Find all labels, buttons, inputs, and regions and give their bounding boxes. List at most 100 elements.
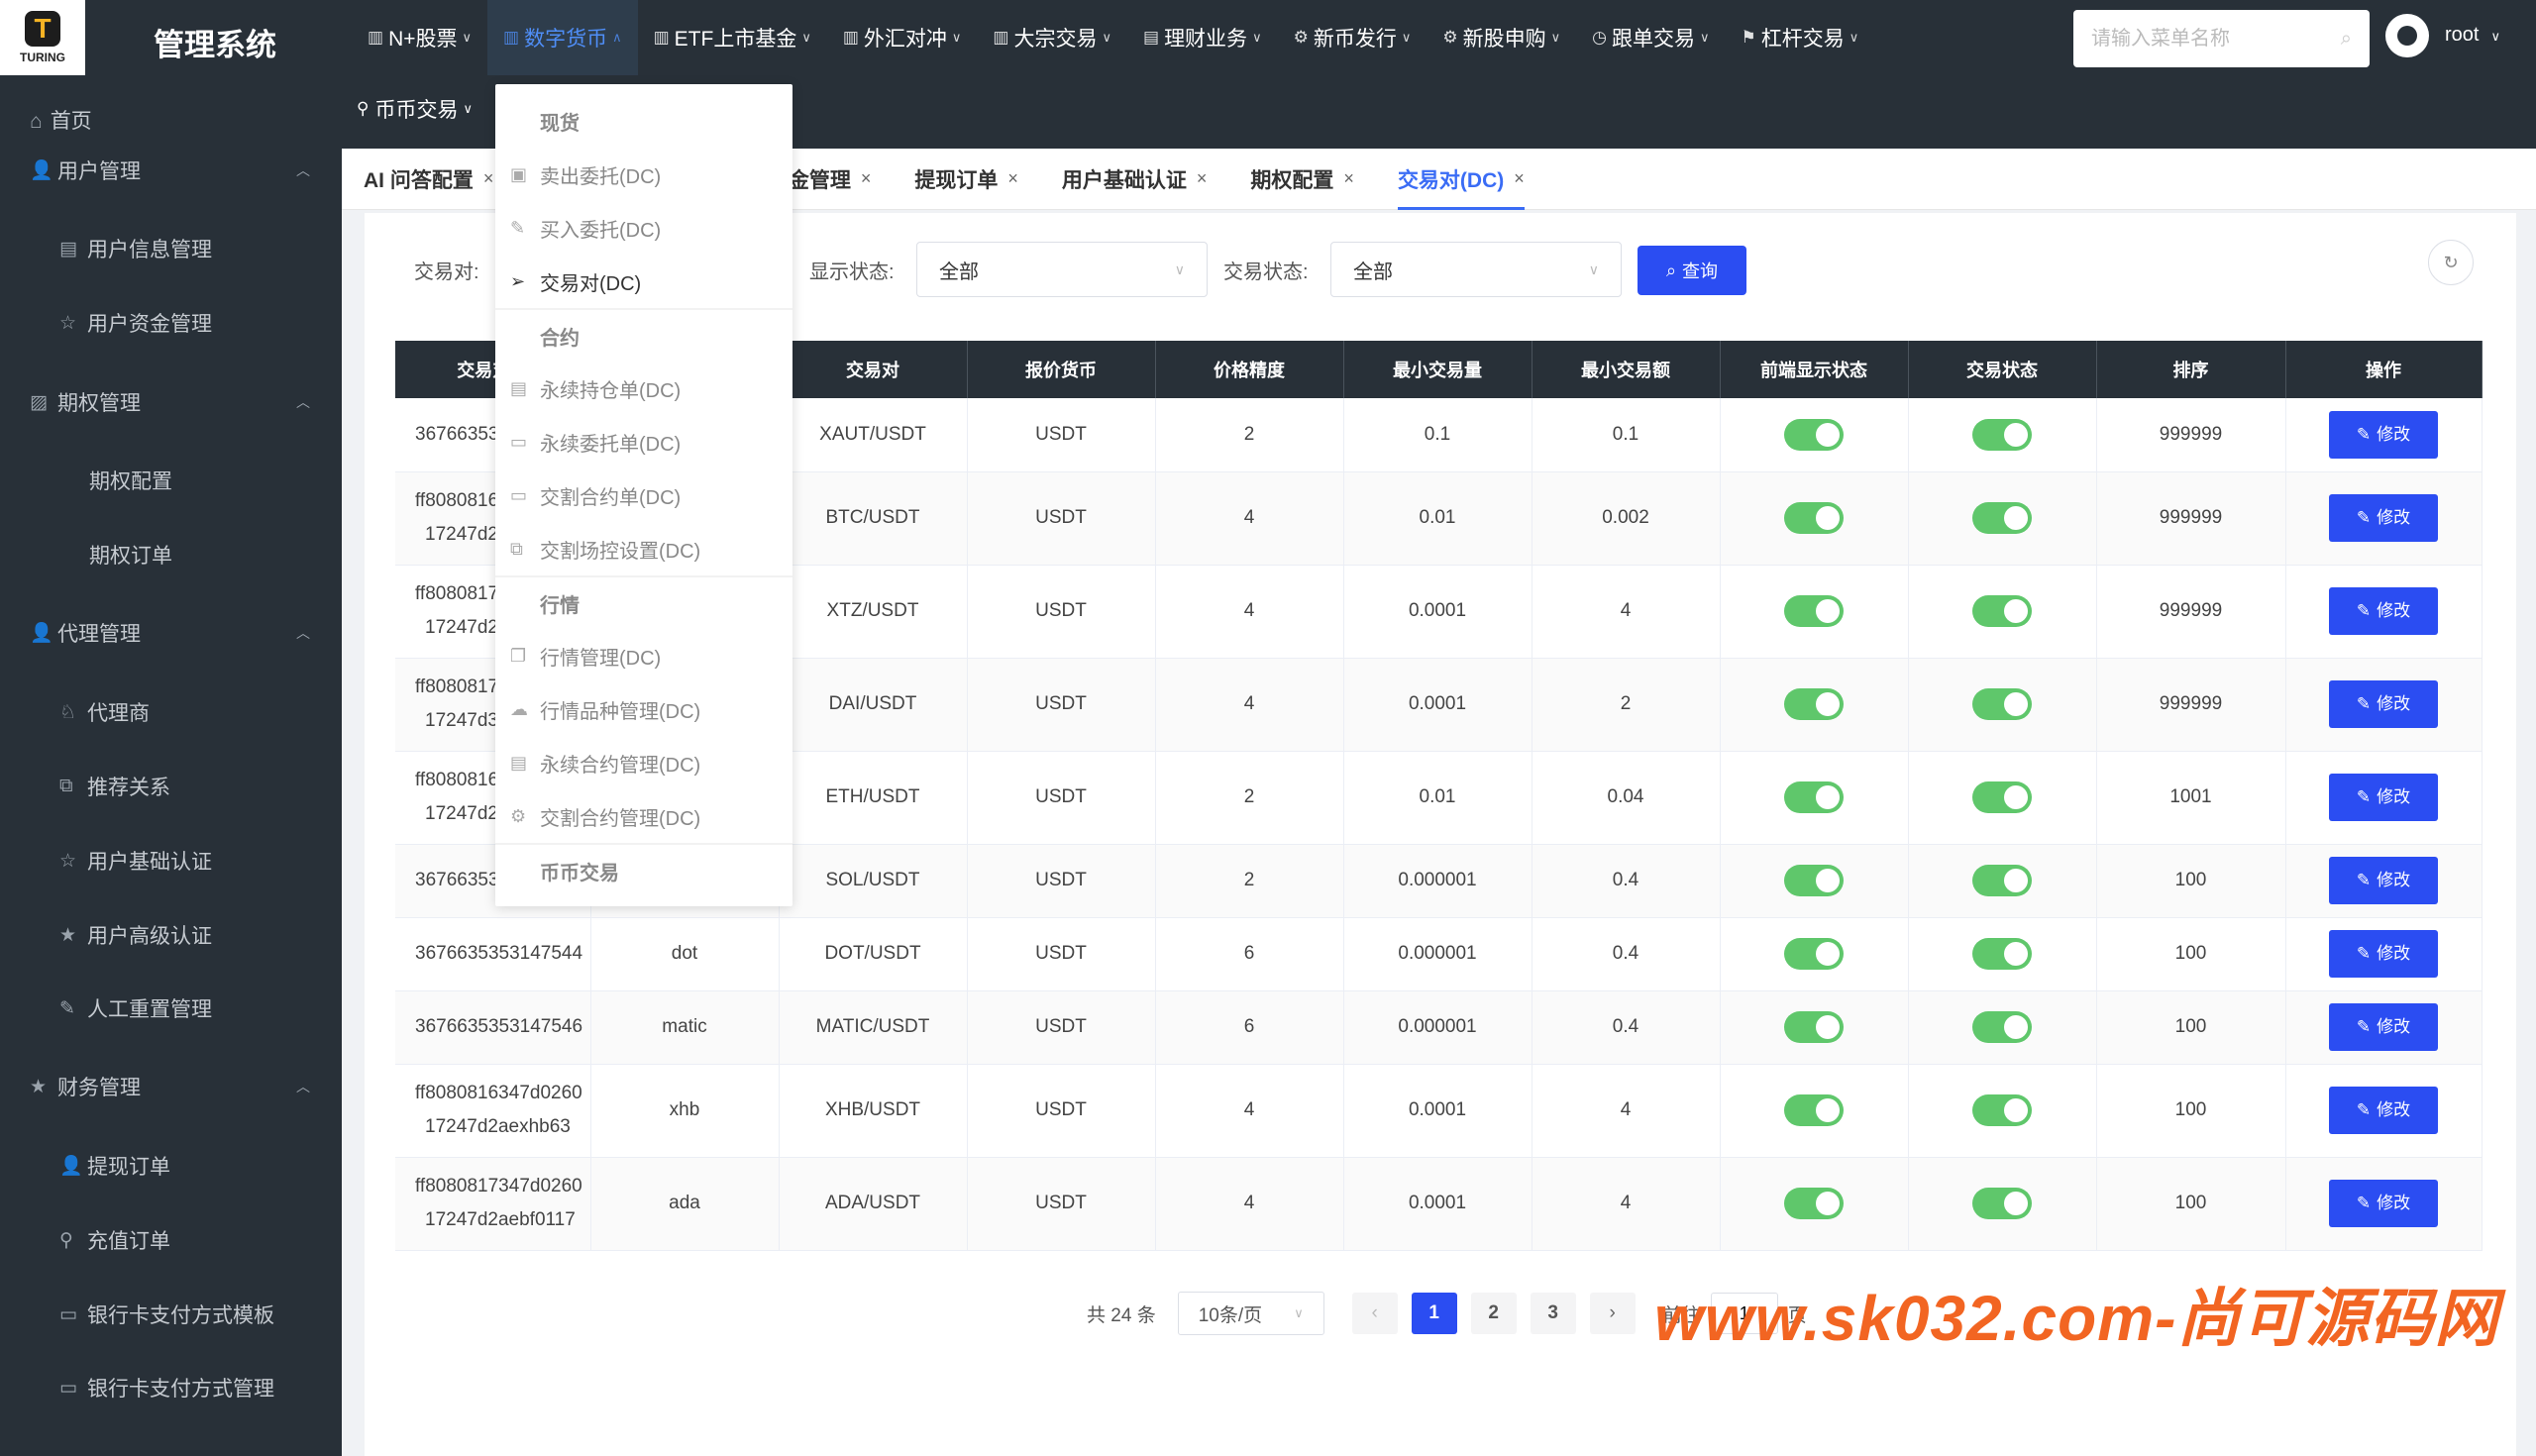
search-icon[interactable]: ⌕ bbox=[2341, 28, 2352, 51]
page-button[interactable]: 3 bbox=[1531, 1293, 1576, 1334]
display-status-select[interactable]: 全部∨ bbox=[916, 242, 1208, 297]
close-icon[interactable]: × bbox=[1514, 168, 1525, 189]
menu-item[interactable]: ☁行情品种管理(DC) bbox=[495, 682, 792, 736]
edit-button[interactable]: ✎修改 bbox=[2329, 1003, 2438, 1051]
nav-item-9[interactable]: ⚑杠杆交易∨ bbox=[1725, 0, 1874, 75]
menu-item[interactable]: ➢交易对(DC) bbox=[495, 255, 792, 308]
menu-item[interactable]: ▣卖出委托(DC) bbox=[495, 148, 792, 201]
edit-button[interactable]: ✎修改 bbox=[2329, 587, 2438, 635]
nav-item-coin-trading[interactable]: ⚲ 币币交易 ∨ bbox=[357, 94, 473, 124]
row-id: 3676635353147544 bbox=[395, 917, 590, 990]
sidebar-item-home[interactable]: ⌂首页 bbox=[30, 105, 92, 135]
trade-status-toggle[interactable] bbox=[1972, 1094, 2032, 1126]
close-icon[interactable]: × bbox=[483, 168, 494, 189]
sidebar-item[interactable]: ▭银行卡支付方式管理 bbox=[0, 1358, 342, 1417]
page-button[interactable]: 1 bbox=[1412, 1293, 1457, 1334]
trade-status-toggle[interactable] bbox=[1972, 419, 2032, 451]
sidebar-item[interactable]: ▭银行卡支付方式模板 bbox=[0, 1285, 342, 1344]
display-status-toggle[interactable] bbox=[1784, 1011, 1844, 1043]
nav-item-4[interactable]: ▥大宗交易∨ bbox=[977, 0, 1127, 75]
logo[interactable]: T TURING bbox=[0, 0, 85, 75]
display-status-toggle[interactable] bbox=[1784, 938, 1844, 970]
trade-status-toggle[interactable] bbox=[1972, 502, 2032, 534]
sidebar-item[interactable]: 期权订单 bbox=[0, 525, 342, 584]
trade-status-toggle[interactable] bbox=[1972, 1011, 2032, 1043]
close-icon[interactable]: × bbox=[861, 168, 872, 189]
trade-status-toggle[interactable] bbox=[1972, 1188, 2032, 1219]
edit-button[interactable]: ✎修改 bbox=[2329, 857, 2438, 904]
edit-button[interactable]: ✎修改 bbox=[2329, 930, 2438, 978]
menu-item[interactable]: ▤永续合约管理(DC) bbox=[495, 736, 792, 789]
next-page-button[interactable]: › bbox=[1590, 1293, 1636, 1334]
edit-button[interactable]: ✎修改 bbox=[2329, 774, 2438, 821]
trade-status-toggle[interactable] bbox=[1972, 595, 2032, 627]
nav-item-8[interactable]: ◷跟单交易∨ bbox=[1576, 0, 1725, 75]
display-status-toggle[interactable] bbox=[1784, 865, 1844, 896]
menu-item[interactable]: ▭交割合约单(DC) bbox=[495, 468, 792, 522]
menu-item[interactable]: ❐行情管理(DC) bbox=[495, 629, 792, 682]
trade-status-toggle[interactable] bbox=[1972, 865, 2032, 896]
refresh-button[interactable]: ↻ bbox=[2428, 240, 2474, 285]
menu-item[interactable]: ▤永续持仓单(DC) bbox=[495, 362, 792, 415]
close-icon[interactable]: × bbox=[1343, 168, 1354, 189]
user-menu[interactable]: root∨ bbox=[2445, 24, 2500, 47]
nav-item-3[interactable]: ▥外汇对冲∨ bbox=[827, 0, 978, 75]
trade-status-toggle[interactable] bbox=[1972, 688, 2032, 720]
nav-item-6[interactable]: ⚙新币发行∨ bbox=[1278, 0, 1427, 75]
display-status-toggle[interactable] bbox=[1784, 595, 1844, 627]
close-icon[interactable]: × bbox=[1007, 168, 1018, 189]
display-status-toggle[interactable] bbox=[1784, 781, 1844, 813]
sidebar-item[interactable]: ★财务管理︿ bbox=[0, 1057, 342, 1116]
tab[interactable]: 提现订单× bbox=[893, 149, 1040, 210]
sidebar-item[interactable]: 期权配置 bbox=[0, 451, 342, 510]
display-status-toggle[interactable] bbox=[1784, 419, 1844, 451]
trade-status-select[interactable]: 全部∨ bbox=[1330, 242, 1622, 297]
query-button[interactable]: ⌕查询 bbox=[1638, 246, 1746, 295]
edit-button[interactable]: ✎修改 bbox=[2329, 1087, 2438, 1134]
sidebar-item[interactable]: ♘代理商 bbox=[0, 682, 342, 742]
sidebar-item[interactable]: ▤用户信息管理 bbox=[0, 219, 342, 278]
sidebar-item[interactable]: ☆用户资金管理 bbox=[0, 293, 342, 353]
edit-button[interactable]: ✎修改 bbox=[2329, 411, 2438, 459]
prev-page-button[interactable]: ‹ bbox=[1352, 1293, 1398, 1334]
cell-min-qty: 0.0001 bbox=[1343, 658, 1532, 751]
nav-item-7[interactable]: ⚙新股申购∨ bbox=[1426, 0, 1576, 75]
close-icon[interactable]: × bbox=[1197, 168, 1208, 189]
sidebar-item[interactable]: 👤提现订单 bbox=[0, 1136, 342, 1196]
nav-item-5[interactable]: ▤理财业务∨ bbox=[1127, 0, 1278, 75]
edit-button[interactable]: ✎修改 bbox=[2329, 494, 2438, 542]
tab[interactable]: 交易对(DC)× bbox=[1376, 149, 1546, 210]
trade-status-toggle[interactable] bbox=[1972, 781, 2032, 813]
sidebar-item[interactable]: 👤代理管理︿ bbox=[0, 603, 342, 663]
sidebar-item[interactable]: ☆用户基础认证 bbox=[0, 831, 342, 890]
sidebar-item[interactable]: ▨期权管理︿ bbox=[0, 372, 342, 432]
menu-item[interactable]: ⧉交割场控设置(DC) bbox=[495, 522, 792, 575]
sidebar-item[interactable]: ⚲充值订单 bbox=[0, 1210, 342, 1270]
display-status-toggle[interactable] bbox=[1784, 1094, 1844, 1126]
column-header: 排序 bbox=[2096, 341, 2285, 398]
edit-button[interactable]: ✎修改 bbox=[2329, 1180, 2438, 1227]
menu-search-input[interactable] bbox=[2091, 28, 2309, 51]
menu-item[interactable]: ▭永续委托单(DC) bbox=[495, 415, 792, 468]
page-button[interactable]: 2 bbox=[1471, 1293, 1517, 1334]
avatar[interactable] bbox=[2385, 14, 2429, 57]
display-status-toggle[interactable] bbox=[1784, 688, 1844, 720]
menu-group-label: 合约 bbox=[495, 308, 792, 362]
sidebar-item[interactable]: ✎人工重置管理 bbox=[0, 979, 342, 1038]
menu-item[interactable]: ⚙交割合约管理(DC) bbox=[495, 789, 792, 843]
display-status-toggle[interactable] bbox=[1784, 1188, 1844, 1219]
nav-item-0[interactable]: ▥N+股票∨ bbox=[352, 0, 487, 75]
edit-button[interactable]: ✎修改 bbox=[2329, 680, 2438, 728]
trade-status-toggle[interactable] bbox=[1972, 938, 2032, 970]
tab[interactable]: 用户基础认证× bbox=[1040, 149, 1229, 210]
sidebar-item[interactable]: ★用户高级认证 bbox=[0, 905, 342, 965]
sidebar-item[interactable]: ⧉推荐关系 bbox=[0, 757, 342, 816]
nav-item-1[interactable]: ▥数字货币∧ bbox=[487, 0, 638, 75]
tab[interactable]: AI 问答配置× bbox=[342, 149, 515, 210]
page-size-select[interactable]: 10条/页∨ bbox=[1178, 1292, 1324, 1335]
menu-item[interactable]: ✎买入委托(DC) bbox=[495, 201, 792, 255]
display-status-toggle[interactable] bbox=[1784, 502, 1844, 534]
nav-item-2[interactable]: ▥ETF上市基金∨ bbox=[638, 0, 827, 75]
tab[interactable]: 期权配置× bbox=[1228, 149, 1376, 210]
sidebar-item[interactable]: 👤用户管理︿ bbox=[0, 141, 342, 200]
